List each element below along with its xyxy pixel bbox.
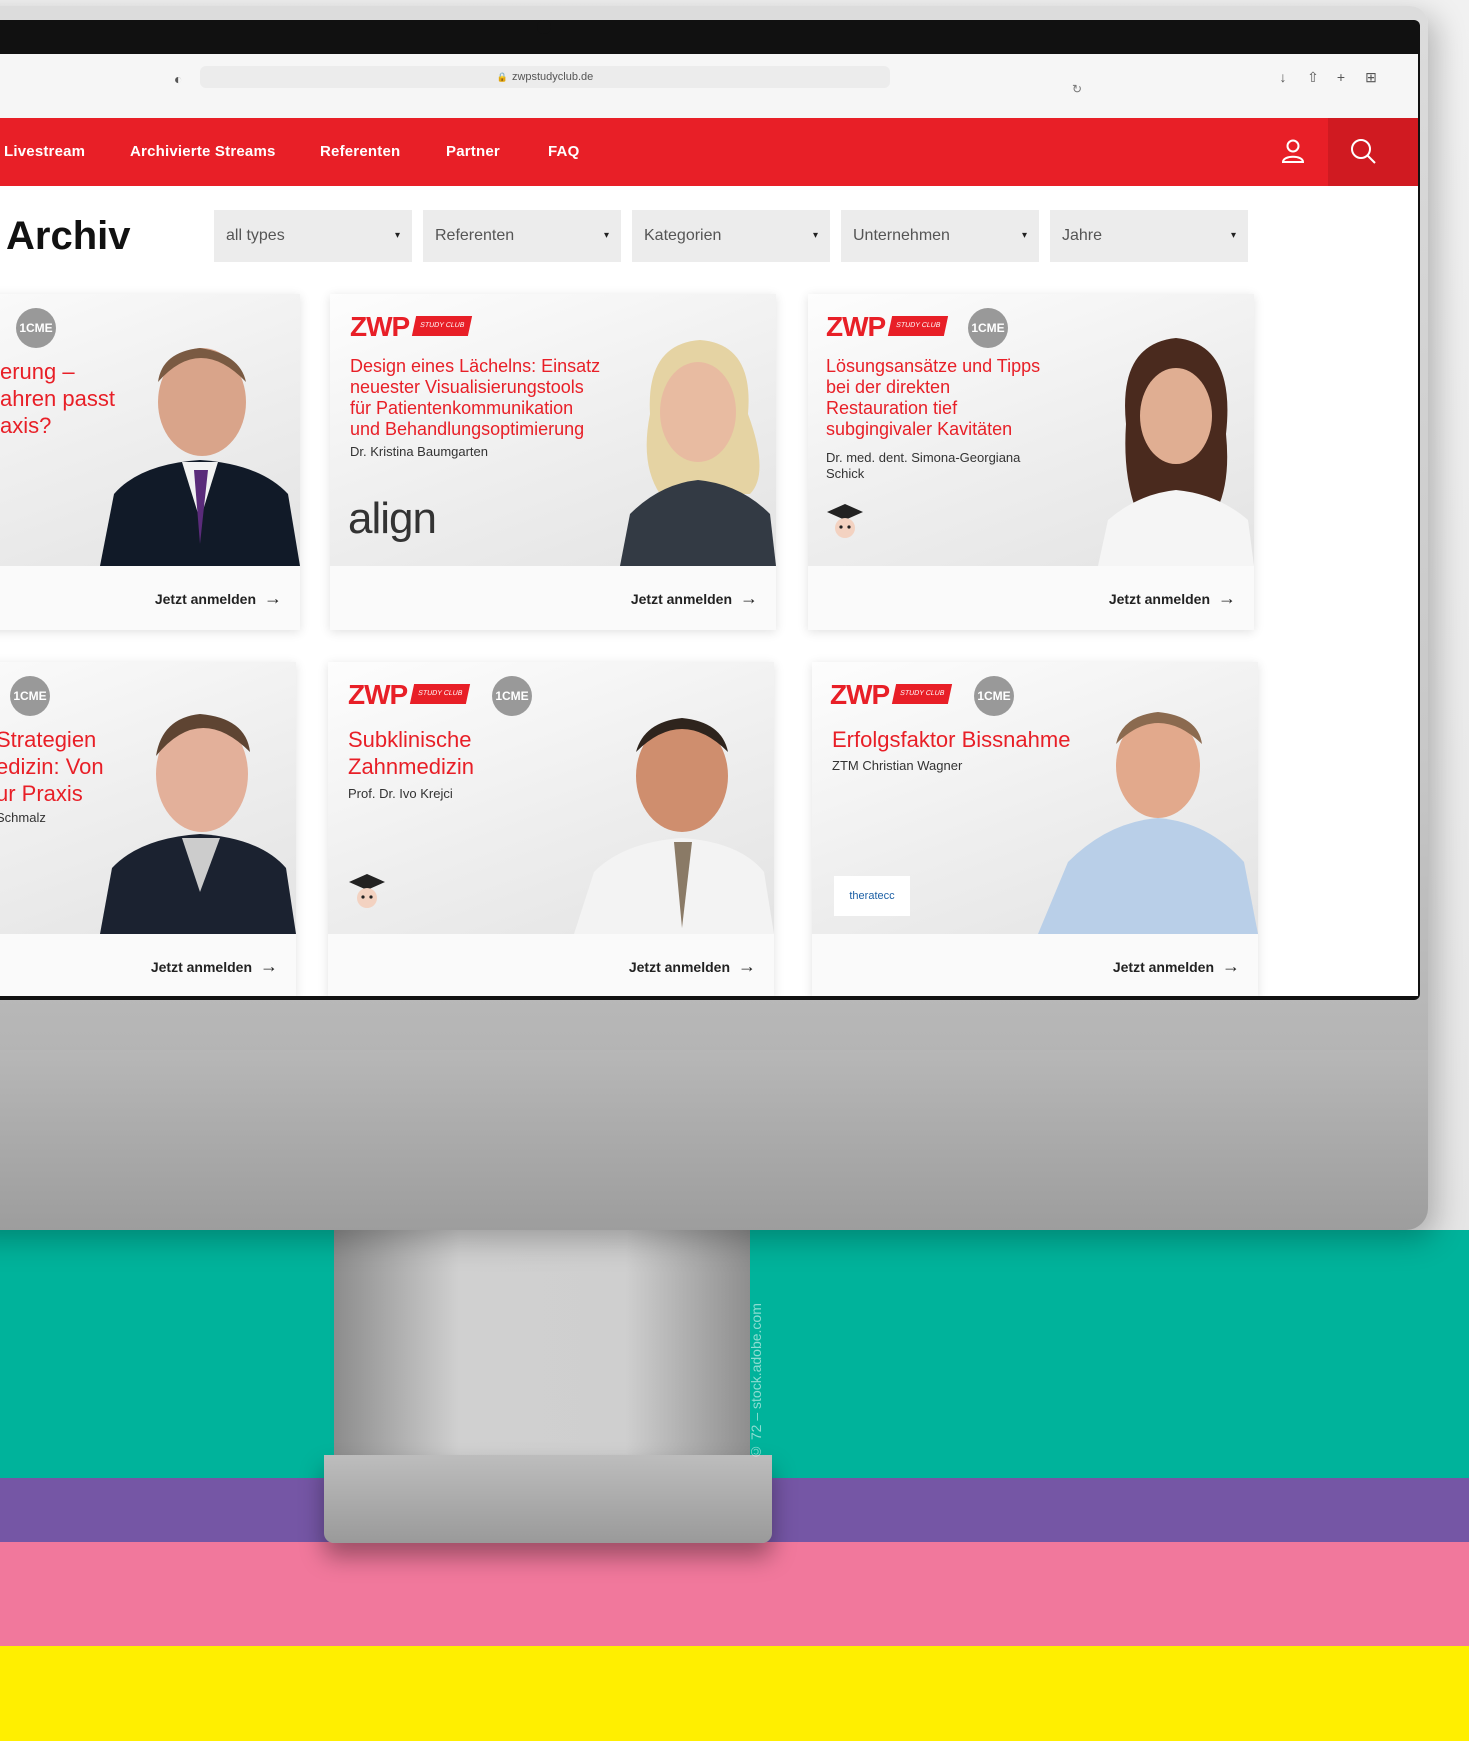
card-title: Subklinische Zahnmedizin (348, 727, 474, 779)
arrow-right-icon: → (1222, 956, 1240, 976)
zwp-logo: ZWP (826, 311, 886, 342)
graduation-cap-icon (827, 504, 863, 538)
arrow-right-icon: → (738, 956, 756, 976)
cme-badge: 1CME (974, 676, 1014, 716)
browser-toolbar: ◐ 🔒 zwpstudyclub.de ↻ ↓ ⇧ + ⊞ (0, 54, 1418, 119)
sponsor-logo: align (348, 494, 437, 543)
sponsor-logo: theratecc (834, 876, 910, 916)
nav-archivierte-streams[interactable]: Archivierte Streams (130, 118, 276, 186)
card-speaker: Prof. Dr. Ivo Krejci (348, 786, 453, 801)
register-link[interactable]: Jetzt anmelden → (631, 578, 758, 618)
card-speaker: Schmalz (0, 810, 46, 825)
shield-icon[interactable]: ◐ (174, 70, 190, 88)
register-label: Jetzt anmelden (1112, 959, 1214, 975)
card-speaker: ZTM Christian Wagner (832, 758, 963, 773)
filter-kategorien[interactable]: Kategorien ▾ (632, 210, 830, 262)
lock-icon: 🔒 (496, 72, 508, 82)
zwp-logo: ZWP (348, 679, 408, 710)
webinar-card[interactable]: ZWP STUDY CLUB Design eines Lächelns: Ei… (330, 294, 776, 630)
arrow-right-icon: → (740, 588, 758, 608)
arrow-right-icon: → (264, 588, 282, 608)
zwp-logo: ZWP (830, 679, 890, 710)
reload-icon[interactable]: ↻ (1072, 78, 1088, 100)
webinar-card[interactable]: 1CME erung – ahren passt axis? Jetzt anm… (0, 294, 300, 630)
main-nav: Livestream Archivierte Streams Referente… (0, 118, 1418, 186)
filter-label: Referenten (435, 227, 515, 244)
chevron-down-icon: ▾ (1230, 230, 1236, 241)
page-title: Archiv (6, 214, 131, 258)
cme-badge: 1CME (492, 676, 532, 716)
search-icon[interactable] (1348, 136, 1378, 166)
filter-unternehmen[interactable]: Unternehmen ▾ (841, 210, 1039, 262)
webinar-card[interactable]: ZWP STUDY CLUB 1CME Erfolgsfaktor Bissna… (812, 662, 1258, 996)
studyclub-badge: STUDY CLUB (409, 684, 471, 704)
register-label: Jetzt anmelden (154, 591, 256, 607)
download-icon[interactable]: ↓ (1272, 66, 1294, 88)
background-stripe-pink (0, 1542, 1469, 1646)
graduation-cap-icon (349, 874, 385, 908)
speaker-photo (1038, 712, 1258, 934)
studyclub-badge: STUDY CLUB (891, 684, 953, 704)
chevron-down-icon: ▾ (812, 230, 818, 241)
monitor-stand-foot (324, 1455, 772, 1543)
url-text: 🔒 zwpstudyclub.de (200, 66, 890, 88)
register-link[interactable]: Jetzt anmelden → (629, 946, 756, 986)
register-label: Jetzt anmelden (628, 959, 730, 975)
chevron-down-icon: ▾ (1021, 230, 1027, 241)
filter-jahre[interactable]: Jahre ▾ (1050, 210, 1248, 262)
speaker-photo (620, 340, 776, 566)
nav-referenten[interactable]: Referenten (320, 118, 400, 186)
register-link[interactable]: Jetzt anmelden → (1109, 578, 1236, 618)
nav-faq[interactable]: FAQ (548, 118, 579, 186)
search-button[interactable] (1328, 118, 1418, 186)
register-label: Jetzt anmelden (630, 591, 732, 607)
new-tab-icon[interactable]: + (1330, 66, 1352, 88)
camera-icon (537, 20, 551, 34)
filter-label: all types (226, 227, 285, 244)
studyclub-badge: STUDY CLUB (887, 316, 949, 336)
share-icon[interactable]: ⇧ (1302, 66, 1324, 88)
cme-badge: 1CME (16, 308, 56, 348)
register-label: Jetzt anmelden (1108, 591, 1210, 607)
webinar-card[interactable]: ZWP STUDY CLUB 1CME Lösungsansätze und T… (808, 294, 1254, 630)
cme-badge: 1CME (10, 676, 50, 716)
filter-referenten[interactable]: Referenten ▾ (423, 210, 621, 262)
filter-types[interactable]: all types ▾ (214, 210, 412, 262)
filter-label: Kategorien (644, 227, 722, 244)
arrow-right-icon: → (260, 956, 278, 976)
arrow-right-icon: → (1218, 588, 1236, 608)
speaker-photo (100, 348, 300, 566)
studyclub-badge: STUDY CLUB (411, 316, 473, 336)
speaker-photo (574, 718, 774, 934)
image-credit: © 72 – stock.adobe.com (748, 1303, 764, 1460)
browser-screen: ◐ 🔒 zwpstudyclub.de ↻ ↓ ⇧ + ⊞ Livestream … (0, 54, 1418, 996)
card-title: Lösungsansätze und Tipps bei der direkte… (826, 356, 1041, 439)
chevron-down-icon: ▾ (394, 230, 400, 241)
card-speaker: Dr. Kristina Baumgarten (350, 444, 489, 459)
card-speaker: Dr. med. dent. Simona-Georgiana Schick (826, 450, 1021, 481)
monitor-stand-neck (334, 1230, 750, 1460)
card-title: Design eines Lächelns: Einsatz neuester … (350, 356, 601, 439)
speaker-photo (1098, 338, 1254, 566)
monitor-chin (0, 1050, 1428, 1230)
register-link[interactable]: Jetzt anmelden → (151, 946, 278, 986)
webinar-card[interactable]: 1CME Strategien edizin: Von ur Praxis Sc… (0, 662, 296, 996)
register-label: Jetzt anmelden (150, 959, 252, 975)
register-link[interactable]: Jetzt anmelden → (155, 578, 282, 618)
zwp-logo: ZWP (350, 311, 410, 342)
webinar-card[interactable]: ZWP STUDY CLUB 1CME Subklinische Zahnmed… (328, 662, 774, 996)
nav-partner[interactable]: Partner (446, 118, 500, 186)
chevron-down-icon: ▾ (603, 230, 609, 241)
user-icon[interactable] (1280, 138, 1306, 164)
register-link[interactable]: Jetzt anmelden → (1113, 946, 1240, 986)
nav-livestream[interactable]: Livestream (4, 118, 85, 186)
cme-badge: 1CME (968, 308, 1008, 348)
filter-label: Unternehmen (853, 227, 950, 244)
address-bar[interactable]: 🔒 zwpstudyclub.de ↻ (200, 66, 1082, 96)
tab-overview-icon[interactable]: ⊞ (1360, 66, 1382, 88)
speaker-photo (100, 714, 296, 934)
background-stripe-yellow (0, 1646, 1469, 1741)
url-label: zwpstudyclub.de (511, 71, 594, 83)
filter-label: Jahre (1062, 227, 1103, 244)
